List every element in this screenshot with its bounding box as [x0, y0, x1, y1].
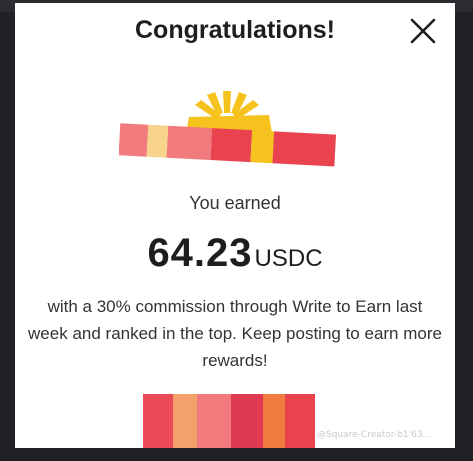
gift-ribbon-icon	[119, 91, 337, 167]
earned-label: You earned	[189, 193, 281, 213]
reward-amount: 64.23USDC	[15, 231, 455, 276]
background-footer	[0, 448, 473, 461]
dialog-title: Congratulations!	[135, 16, 335, 44]
gift-box-icon	[143, 394, 315, 448]
amount-value: 64.23	[147, 231, 253, 275]
reward-dialog: Congratulations! You earned 64.23USDC wi…	[15, 3, 455, 448]
reward-description: with a 30% commission through Write to E…	[28, 297, 442, 370]
close-icon[interactable]	[409, 17, 437, 45]
watermark: @Square-Creator-b1'63...	[317, 430, 432, 440]
currency-label: USDC	[254, 245, 323, 272]
